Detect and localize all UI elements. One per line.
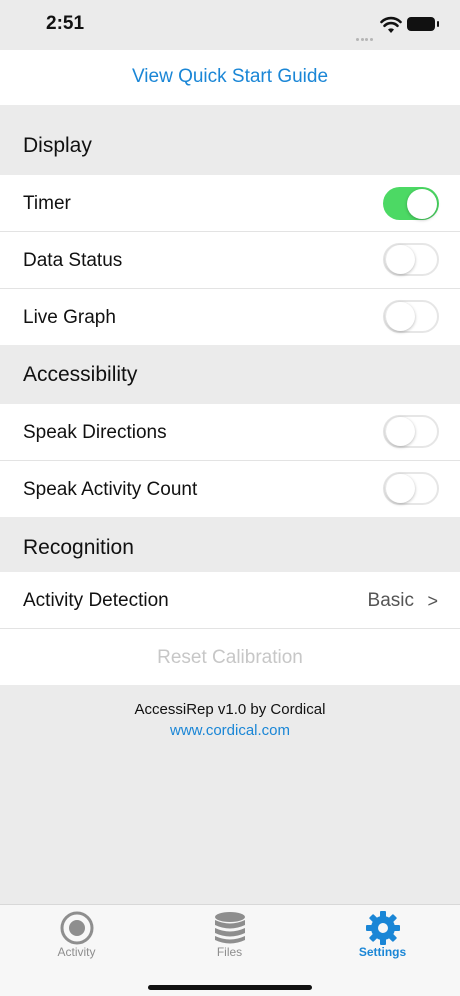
home-indicator bbox=[148, 985, 312, 990]
data-status-label: Data Status bbox=[23, 250, 123, 271]
activity-detection-row[interactable]: Activity Detection Basic > bbox=[0, 572, 460, 629]
reset-calibration-row[interactable]: Reset Calibration bbox=[0, 629, 460, 685]
record-icon bbox=[60, 911, 93, 945]
toggle-knob bbox=[386, 245, 415, 274]
wifi-icon bbox=[380, 16, 402, 33]
toggle-knob bbox=[407, 188, 437, 219]
speak-activity-count-toggle[interactable] bbox=[383, 472, 439, 505]
toggle-knob bbox=[386, 474, 415, 503]
toggle-knob bbox=[386, 302, 415, 331]
chevron-right-icon: > bbox=[427, 591, 438, 611]
speak-directions-row: Speak Directions bbox=[0, 404, 460, 461]
speak-directions-toggle[interactable] bbox=[383, 415, 439, 448]
tab-label: Activity bbox=[57, 945, 96, 959]
signal-icon bbox=[356, 28, 376, 41]
battery-icon bbox=[407, 17, 439, 31]
tab-settings[interactable]: Settings bbox=[306, 905, 459, 975]
data-status-toggle[interactable] bbox=[383, 243, 439, 276]
live-graph-toggle[interactable] bbox=[383, 300, 439, 333]
activity-detection-label: Activity Detection bbox=[23, 590, 169, 611]
activity-detection-value: Basic bbox=[367, 590, 414, 611]
tab-files[interactable]: Files bbox=[153, 905, 306, 975]
app-version-text: AccessiRep v1.0 by Cordical bbox=[134, 701, 326, 718]
quick-start-row[interactable]: View Quick Start Guide bbox=[0, 50, 460, 105]
tab-label: Files bbox=[216, 945, 243, 959]
section-title: Accessibility bbox=[23, 363, 138, 386]
section-header-display: Display bbox=[0, 105, 460, 175]
gear-icon bbox=[365, 911, 400, 945]
section-title: Recognition bbox=[23, 536, 134, 559]
database-icon bbox=[214, 912, 245, 944]
status-bar: 2:51 bbox=[0, 0, 460, 50]
timer-toggle[interactable] bbox=[383, 187, 439, 220]
section-header-accessibility: Accessibility bbox=[0, 345, 460, 404]
speak-activity-count-row: Speak Activity Count bbox=[0, 461, 460, 517]
speak-directions-label: Speak Directions bbox=[23, 422, 167, 443]
website-link[interactable]: www.cordical.com bbox=[0, 722, 460, 739]
status-time: 2:51 bbox=[46, 13, 85, 34]
tab-bar: Activity Files Settings bbox=[0, 904, 460, 996]
speak-activity-count-label: Speak Activity Count bbox=[23, 479, 198, 500]
reset-calibration-button[interactable]: Reset Calibration bbox=[0, 647, 460, 669]
live-graph-row: Live Graph bbox=[0, 289, 460, 345]
timer-row: Timer bbox=[0, 175, 460, 232]
section-title: Display bbox=[23, 134, 92, 157]
data-status-row: Data Status bbox=[0, 232, 460, 289]
section-header-recognition: Recognition bbox=[0, 517, 460, 572]
toggle-knob bbox=[386, 417, 415, 446]
live-graph-label: Live Graph bbox=[23, 307, 116, 328]
timer-label: Timer bbox=[23, 193, 71, 214]
tab-activity[interactable]: Activity bbox=[0, 905, 153, 975]
tab-label: Settings bbox=[358, 945, 407, 959]
quick-start-link[interactable]: View Quick Start Guide bbox=[0, 66, 460, 88]
